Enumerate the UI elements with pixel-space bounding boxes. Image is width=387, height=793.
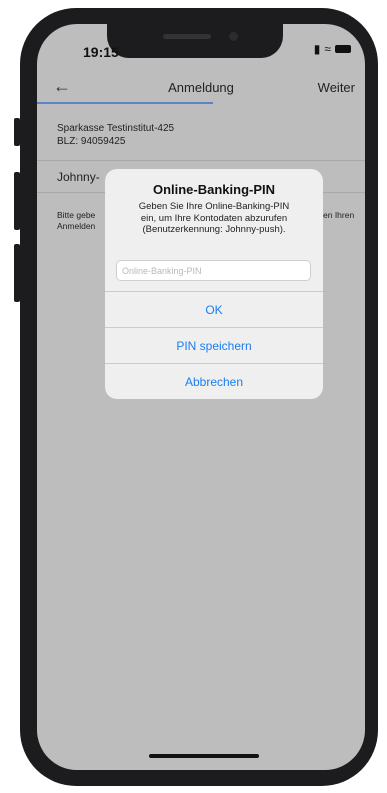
notch (107, 24, 283, 58)
next-button[interactable]: Weiter (318, 80, 355, 95)
home-indicator[interactable] (149, 754, 259, 758)
dialog-message-line: (Benutzerkennung: Johnny-push). (142, 224, 286, 235)
progress-underline (37, 102, 213, 104)
pin-input[interactable] (116, 260, 311, 281)
hint-text-right: en Ihren (323, 210, 355, 220)
phone-screen: 19:15 ▮ ≈ ← Anmeldung Weiter Sparkasse T… (37, 24, 365, 770)
pin-dialog: Online-Banking-PIN Geben Sie Ihre Online… (105, 169, 323, 399)
hint-line-1: Bitte gebe (57, 210, 96, 220)
dialog-message: Geben Sie Ihre Online-Banking-PIN ein, u… (113, 201, 315, 236)
hint-line-2: Anmelden (57, 221, 96, 231)
ok-button[interactable]: OK (105, 291, 323, 327)
front-camera (229, 32, 238, 41)
divider (37, 160, 365, 161)
hint-text: Bitte gebe Anmelden (57, 210, 95, 232)
status-time: 19:15 (83, 44, 119, 60)
dialog-title: Online-Banking-PIN (152, 182, 276, 197)
wifi-icon: ≈ (324, 42, 331, 56)
page-title: Anmeldung (168, 80, 234, 95)
save-pin-button[interactable]: PIN speichern (105, 327, 323, 363)
bank-info: Sparkasse Testinstitut-425 BLZ: 94059425 (57, 122, 174, 148)
nav-bar: ← Anmeldung Weiter (37, 74, 365, 104)
bank-name: Sparkasse Testinstitut-425 (57, 123, 175, 134)
cancel-button[interactable]: Abbrechen (105, 363, 323, 399)
bank-blz: BLZ: 94059425 (57, 136, 126, 147)
speaker (163, 34, 211, 39)
battery-icon (335, 45, 351, 53)
username-field[interactable]: Johnny- (57, 170, 100, 184)
dialog-message-line: ein, um Ihre Kontodaten abzurufen (140, 212, 288, 224)
status-icons: ▮ ≈ (314, 42, 351, 56)
signal-icon: ▮ (313, 42, 321, 56)
dialog-message-line: Geben Sie Ihre Online-Banking-PIN (138, 201, 290, 212)
